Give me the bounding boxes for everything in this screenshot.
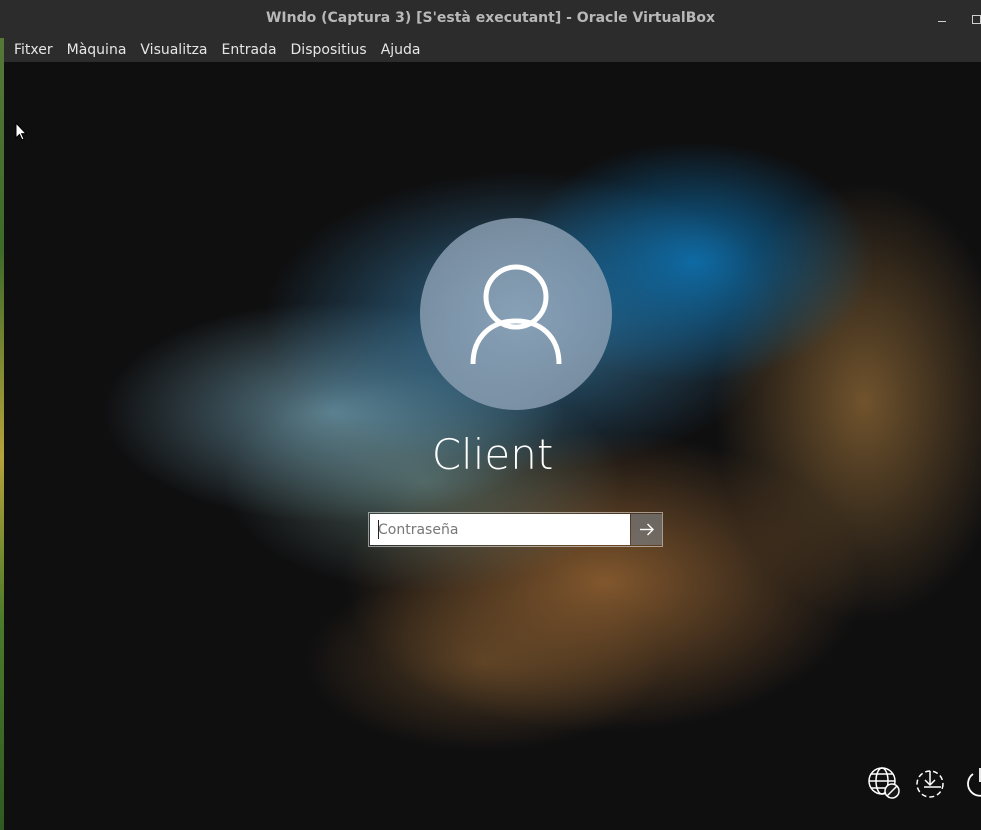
window-title: WIndo (Captura 3) [S'està executant] - O… <box>265 10 716 26</box>
ease-of-access-icon <box>916 770 944 798</box>
menu-dispositius[interactable]: Dispositius <box>284 38 374 62</box>
vm-screen[interactable]: Client <box>4 62 981 830</box>
mouse-cursor-icon <box>15 121 29 146</box>
text-caret <box>378 520 379 539</box>
user-avatar <box>420 218 612 410</box>
menu-entrada[interactable]: Entrada <box>215 38 284 62</box>
lock-screen-actions <box>866 765 981 805</box>
password-box <box>368 512 663 547</box>
user-icon <box>470 264 562 365</box>
power-icon <box>967 768 981 797</box>
title-bar[interactable]: WIndo (Captura 3) [S'està executant] - O… <box>0 0 981 38</box>
ease-of-access-button[interactable] <box>913 765 949 801</box>
menu-bar: Fitxer Màquina Visualitza Entrada Dispos… <box>4 38 981 62</box>
minimize-icon <box>938 21 946 22</box>
menu-ajuda[interactable]: Ajuda <box>374 38 428 62</box>
submit-password-button[interactable] <box>631 514 662 545</box>
password-input[interactable] <box>370 514 630 545</box>
minimize-button[interactable] <box>934 11 950 27</box>
maximize-icon <box>972 15 981 24</box>
username-label: Client <box>431 430 554 479</box>
maximize-button[interactable] <box>968 11 981 27</box>
network-button[interactable] <box>866 765 902 801</box>
menu-maquina[interactable]: Màquina <box>60 38 134 62</box>
menu-fitxer[interactable]: Fitxer <box>4 38 60 62</box>
network-icon <box>868 767 900 799</box>
power-button[interactable] <box>962 765 981 801</box>
arrow-right-icon <box>640 523 654 536</box>
virtualbox-window: WIndo (Captura 3) [S'està executant] - O… <box>0 0 981 830</box>
menu-visualitza[interactable]: Visualitza <box>133 38 214 62</box>
